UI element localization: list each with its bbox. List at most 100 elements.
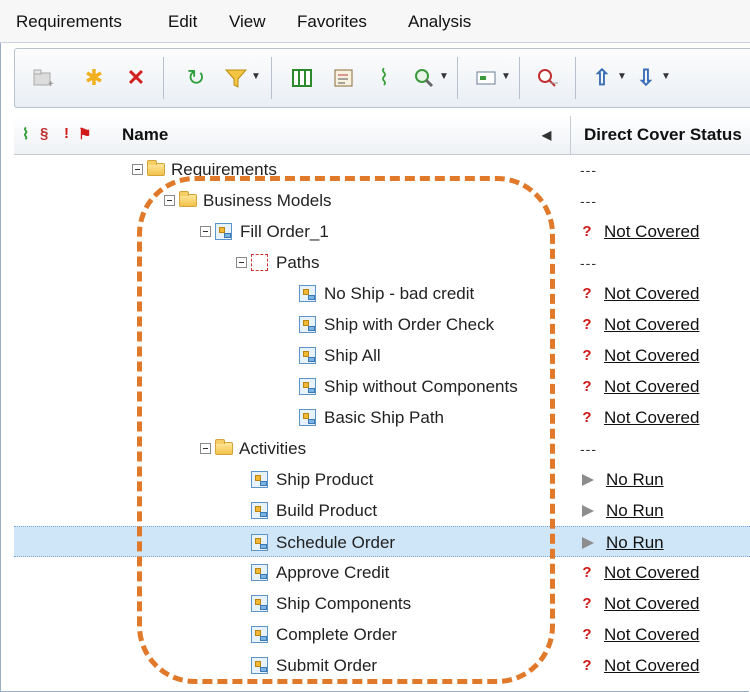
business-model-icon (251, 534, 268, 551)
cover-status-link[interactable]: No Run (606, 501, 664, 521)
priority-column-icon[interactable]: ! (64, 125, 69, 142)
menu-requirements[interactable]: Requirements (16, 12, 122, 32)
collapse-icon[interactable] (164, 195, 175, 206)
tree-node-label[interactable]: Paths (276, 253, 319, 273)
column-divider[interactable] (570, 116, 571, 154)
not-covered-icon: ? (582, 347, 592, 364)
collapse-column-icon[interactable]: ◀ (542, 128, 551, 142)
tree-node-label[interactable]: Ship Product (276, 470, 373, 490)
collapse-icon[interactable] (200, 443, 211, 454)
move-up-icon[interactable]: ⇧ (587, 63, 617, 93)
cover-status-link[interactable]: Not Covered (604, 377, 699, 397)
move-down-dropdown-arrow[interactable]: ▼ (661, 71, 671, 82)
business-model-icon (251, 471, 268, 488)
tree-node-label[interactable]: Submit Order (276, 656, 377, 676)
toolbar-separator (457, 57, 458, 99)
zoom-icon[interactable] (409, 63, 439, 93)
cover-status-link[interactable]: Not Covered (604, 563, 699, 583)
tree-node-label[interactable]: Activities (239, 439, 306, 459)
not-covered-icon: ? (582, 285, 592, 302)
tree-row[interactable]: Paths --- (14, 247, 750, 278)
tree-row[interactable]: Ship without Components? Not Covered (14, 371, 750, 402)
menu-edit[interactable]: Edit (168, 12, 197, 32)
cover-status-cell: ? Not Covered (570, 557, 699, 588)
tree-node-label[interactable]: Schedule Order (276, 533, 395, 553)
tree-row[interactable]: Schedule Order No Run (14, 526, 750, 557)
tree-node: Activities (200, 433, 306, 464)
cover-status-link[interactable]: Not Covered (604, 346, 699, 366)
svg-text:+: + (48, 79, 54, 89)
cover-status-link[interactable]: Not Covered (604, 656, 699, 676)
tree-row[interactable]: Build Product No Run (14, 495, 750, 526)
view-dropdown-arrow[interactable]: ▼ (501, 71, 511, 82)
tree-node-label[interactable]: Ship Components (276, 594, 411, 614)
columns-icon[interactable] (287, 63, 317, 93)
tree-row[interactable]: Complete Order ? Not Covered (14, 619, 750, 650)
menu-view[interactable]: View (229, 12, 266, 32)
tree-row[interactable]: Ship Product No Run (14, 464, 750, 495)
cover-status-link[interactable]: Not Covered (604, 222, 699, 242)
cover-status-link[interactable]: Not Covered (604, 625, 699, 645)
tree-row[interactable]: Ship All? Not Covered (14, 340, 750, 371)
cover-status-link[interactable]: Not Covered (604, 284, 699, 304)
view-icon[interactable] (471, 63, 501, 93)
tree-node-label[interactable]: Basic Ship Path (324, 408, 444, 428)
tree-node-label[interactable]: Ship without Components (324, 377, 518, 397)
cover-status-cell: ? Not Covered (570, 619, 699, 650)
tree-row[interactable]: Ship Components ? Not Covered (14, 588, 750, 619)
tree-row[interactable]: Basic Ship Path? Not Covered (14, 402, 750, 433)
tree-node-label[interactable]: Complete Order (276, 625, 397, 645)
tree-row[interactable]: Requirements --- (14, 154, 750, 185)
tree-node-label[interactable]: Fill Order_1 (240, 222, 329, 242)
tree-row[interactable]: Ship with Order Check? Not Covered (14, 309, 750, 340)
link-column-icon[interactable]: § (40, 125, 48, 142)
no-status-text: --- (580, 254, 597, 271)
status-column-header[interactable]: Direct Cover Status (584, 125, 742, 145)
tree-row[interactable]: Submit Order? Not Covered (14, 650, 750, 681)
tree-node-label[interactable]: Build Product (276, 501, 377, 521)
cover-status-link[interactable]: Not Covered (604, 594, 699, 614)
collapse-icon[interactable] (132, 164, 143, 175)
tree-node-label[interactable]: Ship All (324, 346, 381, 366)
flag-column-icon[interactable]: ⚑ (78, 125, 91, 143)
collapse-icon[interactable] (200, 226, 211, 237)
tree-node-label[interactable]: Approve Credit (276, 563, 389, 583)
tree-row[interactable]: No Ship - bad credit? Not Covered (14, 278, 750, 309)
zoom-dropdown-arrow[interactable]: ▼ (439, 71, 449, 82)
not-covered-icon: ? (582, 657, 592, 674)
business-model-icon (299, 316, 316, 333)
tree-node-label[interactable]: No Ship - bad credit (324, 284, 474, 304)
tree-node-label[interactable]: Business Models (203, 191, 332, 211)
filter-dropdown-arrow[interactable]: ▼ (251, 71, 261, 82)
tree-node-label[interactable]: Requirements (171, 160, 277, 180)
filter-icon[interactable] (221, 63, 251, 93)
tree-row[interactable]: Approve Credit ? Not Covered (14, 557, 750, 588)
attachment-column-icon[interactable]: ⌇ (22, 125, 29, 143)
collapse-icon[interactable] (236, 257, 247, 268)
move-up-dropdown-arrow[interactable]: ▼ (617, 71, 627, 82)
cover-status-cell: ? Not Covered (570, 588, 699, 619)
cover-status-link[interactable]: No Run (606, 533, 664, 553)
tree-row[interactable]: Fill Order_1? Not Covered (14, 216, 750, 247)
business-model-icon (299, 378, 316, 395)
cover-status-link[interactable]: Not Covered (604, 315, 699, 335)
tree-row[interactable]: Activities --- (14, 433, 750, 464)
tree-row[interactable]: Business Models --- (14, 185, 750, 216)
details-icon[interactable] (329, 63, 359, 93)
tree-node-label[interactable]: Ship with Order Check (324, 315, 494, 335)
refresh-icon[interactable]: ↻ (181, 63, 211, 93)
new-folder-icon[interactable]: + (29, 63, 59, 93)
attachment-icon[interactable]: ⌇ (369, 63, 399, 93)
menu-favorites[interactable]: Favorites (297, 12, 367, 32)
menu-analysis[interactable]: Analysis (408, 12, 471, 32)
name-column-header[interactable]: Name (122, 125, 168, 145)
business-model-icon (299, 347, 316, 364)
delete-icon[interactable]: ✕ (121, 63, 151, 93)
tree-node: Requirements (132, 154, 277, 185)
menu-bar: Requirements Edit View Favorites Analysi… (0, 0, 750, 43)
find-icon[interactable] (533, 63, 563, 93)
cover-status-link[interactable]: Not Covered (604, 408, 699, 428)
cover-status-link[interactable]: No Run (606, 470, 664, 490)
move-down-icon[interactable]: ⇩ (631, 63, 661, 93)
new-requirement-icon[interactable]: ✱ (79, 63, 109, 93)
